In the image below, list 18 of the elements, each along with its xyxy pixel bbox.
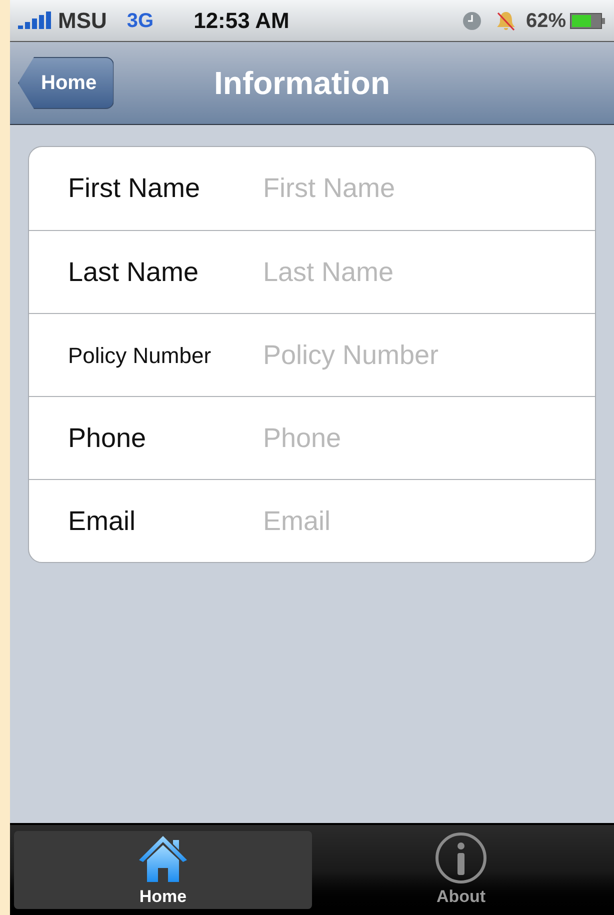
tab[interactable]: Home	[14, 831, 312, 909]
text-field[interactable]: Last Name	[263, 252, 579, 292]
battery-percent: 62%	[526, 8, 566, 34]
text-field[interactable]: First Name	[263, 168, 579, 209]
field-label: Policy Number	[67, 342, 212, 370]
carrier-name: MSU	[58, 7, 107, 35]
field-label: First Name	[67, 172, 202, 206]
back-button[interactable]: Home	[18, 57, 114, 109]
field-label: Email	[67, 504, 137, 538]
text-field[interactable]: Phone	[263, 418, 579, 458]
text-field[interactable]: Email	[263, 500, 579, 542]
screen-title: Information	[214, 64, 390, 103]
tab[interactable]: About	[312, 831, 610, 909]
status-time: 12:53 AM	[194, 7, 290, 35]
text-field[interactable]: Policy Number	[263, 334, 579, 376]
field-label: Phone	[67, 422, 148, 455]
network-type: 3G	[126, 8, 154, 34]
field-label: Last Name	[67, 256, 200, 289]
